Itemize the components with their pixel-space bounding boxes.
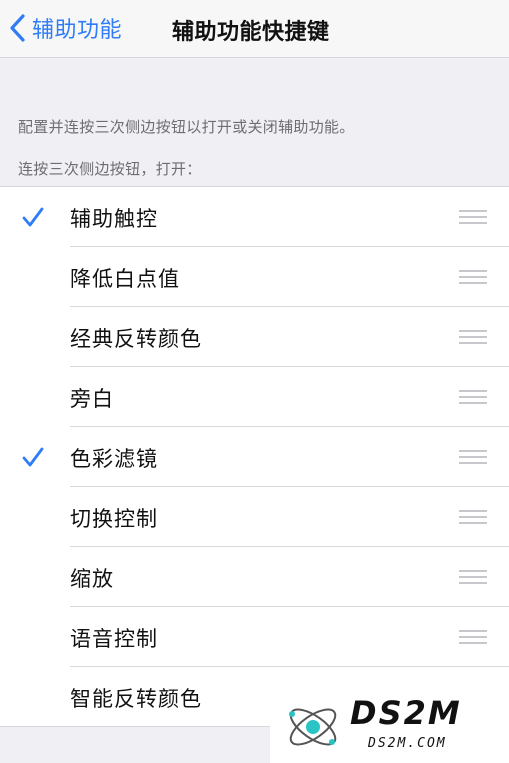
checkmark-icon [22, 447, 44, 467]
reorder-handle-icon[interactable] [459, 270, 487, 284]
list-item-label: 切换控制 [70, 507, 158, 531]
watermark-main-text: DS2M [350, 694, 462, 732]
list-item[interactable]: 缩放 [0, 547, 509, 607]
page-title: 辅助功能快捷键 [172, 20, 330, 45]
reorder-handle-icon[interactable] [459, 390, 487, 404]
list-item[interactable]: 辅助触控 [0, 187, 509, 247]
reorder-handle-icon[interactable] [459, 330, 487, 344]
list-item-label: 语音控制 [70, 627, 158, 651]
list-item-label: 降低白点值 [70, 267, 180, 291]
list-item[interactable]: 经典反转颜色 [0, 307, 509, 367]
list-item[interactable]: 切换控制 [0, 487, 509, 547]
back-button-label: 辅助功能 [32, 18, 123, 43]
list-item[interactable]: 降低白点值 [0, 247, 509, 307]
list-item[interactable]: 旁白 [0, 367, 509, 427]
description-text: 配置并连按三次侧边按钮以打开或关闭辅助功能。 [18, 118, 355, 136]
reorder-handle-icon[interactable] [459, 450, 487, 464]
section-header: 连按三次侧边按钮，打开： [18, 160, 202, 178]
list-item-label: 缩放 [70, 567, 114, 591]
reorder-handle-icon[interactable] [459, 510, 487, 524]
back-button[interactable]: 辅助功能 [8, 10, 122, 46]
watermark-sub-text: DS2M.COM [368, 736, 447, 751]
list-item[interactable]: 语音控制 [0, 607, 509, 667]
list-item-label: 经典反转颜色 [70, 327, 202, 351]
list-item-label: 色彩滤镜 [70, 447, 158, 471]
list-item-label: 智能反转颜色 [70, 687, 202, 711]
reorder-handle-icon[interactable] [459, 210, 487, 224]
reorder-handle-icon[interactable] [459, 630, 487, 644]
shortcut-list: 辅助触控降低白点值经典反转颜色 旁白色彩滤镜切换控制缩放语音控制智能反转颜色 [0, 186, 509, 727]
checkmark-icon [22, 207, 44, 227]
list-item-label: 辅助触控 [70, 207, 158, 231]
reorder-handle-icon[interactable] [459, 570, 487, 584]
watermark: DS2M DS2M.COM [270, 688, 509, 763]
navigation-bar: 辅助功能 辅助功能快捷键 [0, 0, 509, 58]
list-item[interactable]: 色彩滤镜 [0, 427, 509, 487]
chevron-left-icon [10, 14, 25, 42]
list-item-label: 旁白 [70, 387, 114, 411]
watermark-logo-icon [289, 708, 337, 746]
